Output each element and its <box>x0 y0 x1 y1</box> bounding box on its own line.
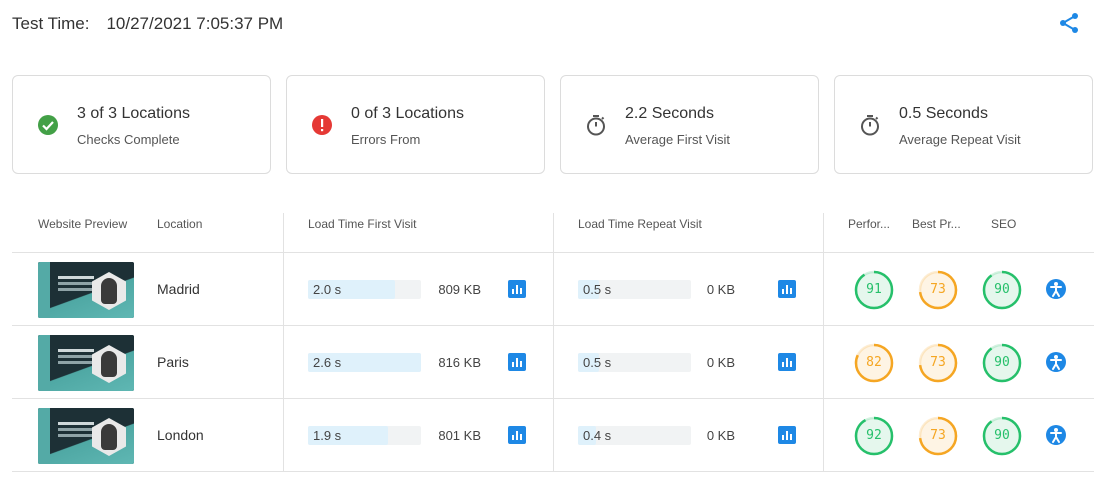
card-title: 0 of 3 Locations <box>351 105 464 122</box>
share-icon[interactable] <box>1058 12 1080 34</box>
performance-score[interactable]: 92 <box>854 416 894 456</box>
accessibility-icon[interactable] <box>1045 351 1067 373</box>
card-checks-complete: 3 of 3 Locations Checks Complete <box>12 75 271 174</box>
seo-score[interactable]: 90 <box>982 416 1022 456</box>
card-repeat-visit: 0.5 Seconds Average Repeat Visit <box>834 75 1093 174</box>
performance-score-value: 91 <box>866 282 882 297</box>
card-first-visit: 2.2 Seconds Average First Visit <box>560 75 819 174</box>
website-preview-thumbnail[interactable] <box>38 408 134 464</box>
repeat-visit-time: 0.5 s <box>583 282 612 297</box>
header-load-first: Load Time First Visit <box>308 217 417 231</box>
waterfall-chart-icon[interactable] <box>778 280 796 298</box>
performance-score[interactable]: 82 <box>854 343 894 383</box>
seo-score[interactable]: 90 <box>982 270 1022 310</box>
first-visit-time: 2.0 s <box>313 282 342 297</box>
best-practices-score[interactable]: 73 <box>918 416 958 456</box>
repeat-visit-size: 0 KB <box>706 355 735 370</box>
card-title: 3 of 3 Locations <box>77 105 190 122</box>
accessibility-icon[interactable] <box>1045 278 1067 300</box>
test-time-header: Test Time: 10/27/2021 7:05:37 PM <box>12 12 283 36</box>
first-visit-size: 801 KB <box>438 428 481 443</box>
card-subtitle: Average Repeat Visit <box>899 132 1021 147</box>
card-subtitle: Average First Visit <box>625 132 731 147</box>
repeat-visit-time: 0.4 s <box>583 428 612 443</box>
waterfall-chart-icon[interactable] <box>508 353 526 371</box>
table-row: Madrid 2.0 s 809 KB 0.5 s 0 KB 91 73 90 <box>12 253 1094 326</box>
best-practices-score[interactable]: 73 <box>918 270 958 310</box>
seo-score-value: 90 <box>994 282 1010 297</box>
first-visit-size: 816 KB <box>438 355 481 370</box>
first-visit-load-bar: 1.9 s <box>308 426 421 445</box>
first-visit-load-bar: 2.0 s <box>308 280 421 299</box>
website-preview-thumbnail[interactable] <box>38 262 134 318</box>
header-seo[interactable]: SEO <box>991 213 1016 253</box>
card-subtitle: Checks Complete <box>77 132 180 147</box>
best-practices-score-value: 73 <box>930 428 946 443</box>
repeat-visit-size: 0 KB <box>706 428 735 443</box>
test-time-value: 10/27/2021 7:05:37 PM <box>106 14 284 33</box>
best-practices-score-value: 73 <box>930 282 946 297</box>
error-circle-icon <box>311 114 333 136</box>
first-visit-time: 2.6 s <box>313 355 342 370</box>
first-visit-load-bar: 2.6 s <box>308 353 421 372</box>
seo-score[interactable]: 90 <box>982 343 1022 383</box>
first-visit-size: 809 KB <box>438 282 481 297</box>
best-practices-score[interactable]: 73 <box>918 343 958 383</box>
test-time-label: Test Time: <box>12 14 90 33</box>
seo-score-value: 90 <box>994 428 1010 443</box>
website-preview-thumbnail[interactable] <box>38 335 134 391</box>
header-website-preview: Website Preview <box>38 217 128 231</box>
waterfall-chart-icon[interactable] <box>778 426 796 444</box>
accessibility-icon[interactable] <box>1045 424 1067 446</box>
check-circle-icon <box>37 114 59 136</box>
waterfall-chart-icon[interactable] <box>778 353 796 371</box>
table-row: Paris 2.6 s 816 KB 0.5 s 0 KB 82 73 90 <box>12 326 1094 399</box>
first-visit-time: 1.9 s <box>313 428 342 443</box>
location-name: Paris <box>157 354 189 370</box>
performance-score-value: 82 <box>866 355 882 370</box>
card-title: 2.2 Seconds <box>625 105 714 122</box>
seo-score-value: 90 <box>994 355 1010 370</box>
performance-score-value: 92 <box>866 428 882 443</box>
repeat-visit-size: 0 KB <box>706 282 735 297</box>
header-performance[interactable]: Perfor... <box>848 213 890 253</box>
location-name: London <box>157 427 204 443</box>
header-best-practices[interactable]: Best Pr... <box>912 213 961 253</box>
header-location: Location <box>157 217 203 231</box>
card-subtitle: Errors From <box>351 132 421 147</box>
stopwatch-icon <box>859 114 881 136</box>
location-name: Madrid <box>157 281 200 297</box>
performance-score[interactable]: 91 <box>854 270 894 310</box>
waterfall-chart-icon[interactable] <box>508 280 526 298</box>
card-errors: 0 of 3 Locations Errors From <box>286 75 545 174</box>
best-practices-score-value: 73 <box>930 355 946 370</box>
repeat-visit-time: 0.5 s <box>583 355 612 370</box>
stopwatch-icon <box>585 114 607 136</box>
table-row: London 1.9 s 801 KB 0.4 s 0 KB 92 73 90 <box>12 399 1094 472</box>
card-title: 0.5 Seconds <box>899 105 988 122</box>
waterfall-chart-icon[interactable] <box>508 426 526 444</box>
header-load-repeat: Load Time Repeat Visit <box>578 217 702 231</box>
